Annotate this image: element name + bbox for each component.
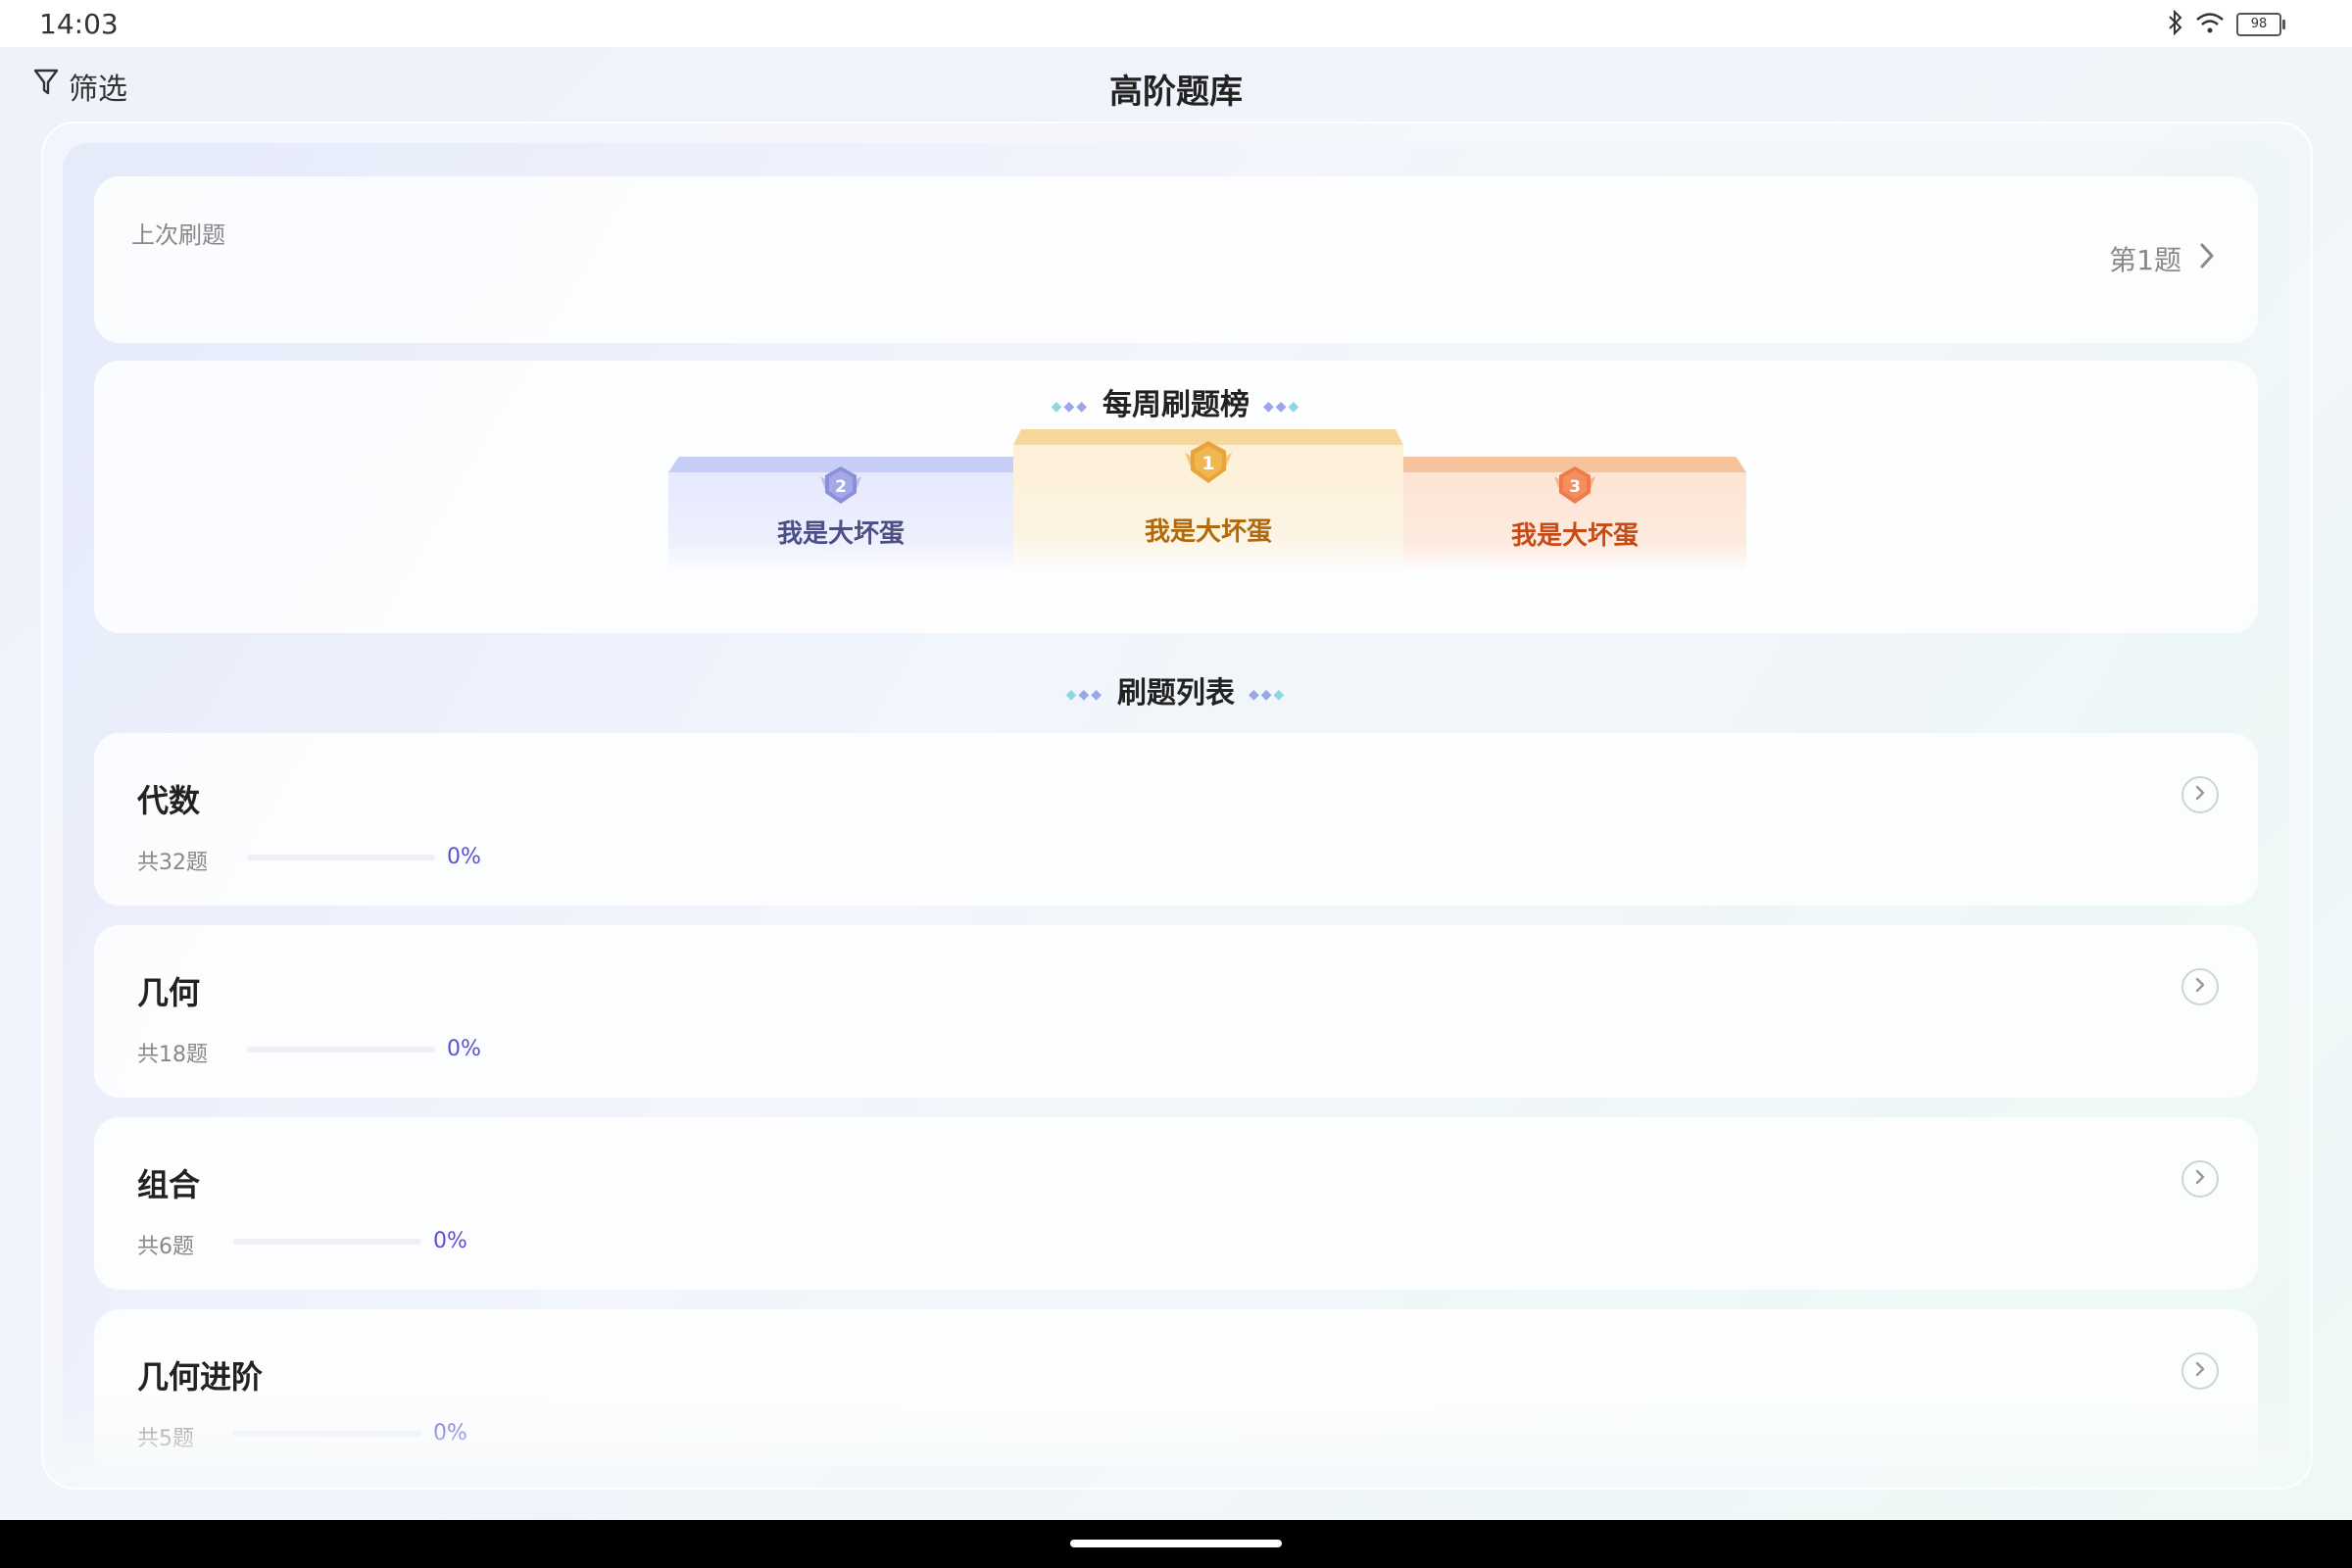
podium-first[interactable]: 1 我是大坏蛋	[1013, 429, 1403, 572]
list-item[interactable]: 代数 共32题 0%	[94, 733, 2258, 906]
progress-percent: 0%	[447, 1037, 481, 1061]
subject-count: 共6题	[137, 1235, 194, 1259]
list-item[interactable]: 几何 共18题 0%	[94, 925, 2258, 1098]
list-item[interactable]: 组合 共6题 0%	[94, 1117, 2258, 1290]
diamond-deco-left-icon: ◆◆◆	[1051, 398, 1089, 415]
page-title: 高阶题库	[1109, 73, 1243, 112]
svg-text:2: 2	[835, 477, 847, 497]
subject-count: 共32题	[137, 851, 208, 875]
diamond-deco-right-icon: ◆◆◆	[1263, 398, 1301, 415]
rank-1-name: 我是大坏蛋	[1144, 517, 1272, 547]
progress-bar	[247, 1047, 435, 1053]
bluetooth-icon	[2168, 9, 2183, 39]
status-time: 14:03	[39, 8, 119, 40]
podium-third[interactable]: 3 我是大坏蛋	[1403, 457, 1746, 572]
progress-percent: 0%	[447, 845, 481, 869]
system-nav-bar	[0, 1520, 2352, 1568]
status-bar: 14:03 98	[0, 0, 2352, 47]
rank-3-badge-icon: 3	[1550, 463, 1599, 515]
practice-list-title: ◆◆◆ 刷题列表 ◆◆◆	[1065, 676, 1287, 710]
list-item[interactable]: 几何进阶 共5题 0%	[94, 1309, 2258, 1466]
subject-name: 几何	[137, 974, 201, 1011]
rank-2-name: 我是大坏蛋	[776, 519, 905, 549]
subject-count: 共18题	[137, 1043, 208, 1067]
content-panel: 上次刷题 第1题 ◆◆◆ 每周刷题榜 ◆◆◆ 2 我是大坏蛋 1 我是大坏蛋 3…	[63, 143, 2289, 1466]
weekly-ranking-card: ◆◆◆ 每周刷题榜 ◆◆◆ 2 我是大坏蛋 1 我是大坏蛋 3 我是大坏蛋	[94, 361, 2258, 633]
progress-bar	[233, 1431, 421, 1437]
subject-name: 组合	[137, 1166, 201, 1203]
wifi-icon	[2195, 11, 2225, 38]
progress-bar	[247, 855, 435, 860]
svg-text:1: 1	[1201, 453, 1214, 474]
progress-bar	[233, 1239, 421, 1245]
diamond-deco-left-icon: ◆◆◆	[1065, 686, 1103, 703]
rank-3-name: 我是大坏蛋	[1510, 521, 1639, 551]
weekly-ranking-title: ◆◆◆ 每周刷题榜 ◆◆◆	[1051, 388, 1301, 422]
subject-name: 几何进阶	[137, 1358, 264, 1396]
status-icons: 98	[2168, 9, 2285, 39]
subject-name: 代数	[137, 782, 201, 819]
chevron-right-icon	[2199, 242, 2215, 276]
open-button[interactable]	[2181, 776, 2219, 813]
last-practice-label: 上次刷题	[131, 221, 225, 249]
battery-icon: 98	[2236, 13, 2285, 36]
chevron-right-icon	[2194, 1361, 2206, 1381]
last-practice-progress: 第1题	[2109, 244, 2181, 276]
diamond-deco-right-icon: ◆◆◆	[1249, 686, 1287, 703]
svg-text:3: 3	[1569, 477, 1581, 497]
rank-1-badge-icon: 1	[1181, 437, 1236, 496]
chevron-right-icon	[2194, 1169, 2206, 1189]
progress-percent: 0%	[433, 1229, 467, 1253]
open-button[interactable]	[2181, 968, 2219, 1005]
rank-2-badge-icon: 2	[816, 463, 865, 515]
open-button[interactable]	[2181, 1160, 2219, 1198]
podium-second[interactable]: 2 我是大坏蛋	[668, 457, 1013, 572]
last-practice-card[interactable]: 上次刷题 第1题	[94, 176, 2258, 343]
chevron-right-icon	[2194, 977, 2206, 997]
progress-percent: 0%	[433, 1421, 467, 1446]
home-indicator[interactable]	[1070, 1540, 1282, 1547]
subject-count: 共5题	[137, 1427, 194, 1451]
chevron-right-icon	[2194, 785, 2206, 805]
open-button[interactable]	[2181, 1352, 2219, 1390]
last-practice-link[interactable]: 第1题	[2109, 239, 2215, 278]
